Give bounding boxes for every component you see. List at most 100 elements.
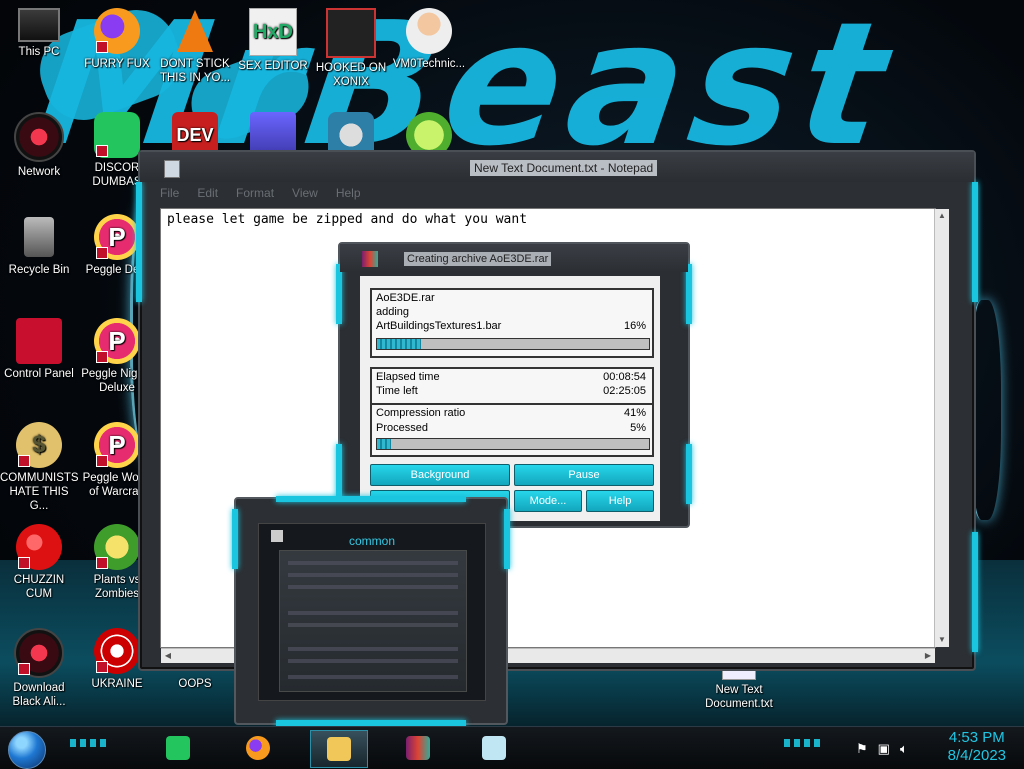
ratio-row: Compression ratio 41%: [376, 407, 646, 421]
notepad-menubar: File Edit Format View Help: [160, 186, 361, 204]
menu-format[interactable]: Format: [236, 186, 274, 204]
notepad-icon: [482, 736, 506, 760]
action-row: adding: [376, 306, 646, 320]
peggle-nights-icon: P: [94, 318, 140, 364]
vertical-scrollbar[interactable]: ▲ ▼: [934, 209, 949, 647]
desktop-icon-download-black[interactable]: Download Black Ali...: [0, 628, 78, 709]
elapsed-value: 00:08:54: [603, 371, 646, 383]
desktop-icon-recycle-bin[interactable]: Recycle Bin: [0, 214, 78, 277]
explorer-thumbnail-preview[interactable]: common: [232, 496, 510, 726]
volume-icon[interactable]: 🔈︎: [900, 741, 908, 757]
window-glow-right: [686, 264, 692, 324]
taskbar: ⚑ ▣ 🔈︎ 4:53 PM 8/4/2023: [0, 726, 1024, 769]
scroll-up-icon[interactable]: ▲: [935, 209, 949, 223]
help-button[interactable]: Help: [586, 490, 654, 512]
window-glow-right: [686, 444, 692, 504]
scroll-down-icon[interactable]: ▼: [935, 633, 949, 647]
processed-value: 5%: [630, 422, 646, 434]
ratio-value: 41%: [623, 407, 646, 419]
desktop-icon-this-pc[interactable]: This PC: [0, 8, 78, 59]
network-icon[interactable]: ▣: [878, 741, 890, 757]
radiation-icon: [94, 628, 140, 674]
icon-label: VM0Technic...: [392, 58, 466, 70]
stats-box: Elapsed time 00:08:54 Time left 02:25:05…: [370, 367, 654, 457]
xonix-game-icon: [326, 8, 376, 58]
icon-label: FURRY FUX: [84, 58, 150, 70]
chuzzle-icon: [16, 524, 62, 570]
window-glow-right: [972, 182, 978, 302]
notepad-icon: [164, 160, 180, 178]
action-text: adding: [376, 306, 410, 318]
icon-label: COMMUNISTS HATE THIS G...: [0, 472, 79, 512]
window-glow-left: [336, 444, 342, 504]
menu-view[interactable]: View: [292, 186, 318, 204]
money-bag-icon: $: [16, 422, 62, 468]
desktop-icon-furry-fux[interactable]: FURRY FUX: [78, 8, 156, 71]
dialog-titlebar[interactable]: Creating archive AoE3DE.rar: [340, 244, 688, 272]
elapsed-row: Elapsed time 00:08:54: [376, 371, 646, 385]
thumbnail-frame: common: [258, 523, 486, 701]
discord-icon: [166, 736, 190, 760]
winrar-icon: [406, 736, 430, 760]
pause-button[interactable]: Pause: [514, 464, 654, 486]
total-progress-fill: [377, 439, 391, 449]
desktop-icon-chuzzin[interactable]: CHUZZIN CUM: [0, 524, 78, 601]
current-file-row: ArtBuildingsTextures1.bar 16%: [376, 320, 646, 334]
taskbar-winrar[interactable]: [390, 730, 446, 766]
system-tray: ⚑ ▣ 🔈︎: [856, 741, 908, 757]
taskbar-decoration: [70, 739, 110, 747]
window-glow-left: [136, 182, 142, 302]
flag-icon[interactable]: ⚑: [856, 741, 868, 757]
processed-label: Processed: [376, 422, 428, 434]
thumbnail-glow-left: [232, 509, 238, 569]
control-panel-icon: [16, 318, 62, 364]
archive-name: AoE3DE.rar: [376, 292, 435, 304]
taskbar-firefox[interactable]: [230, 730, 286, 766]
desktop-icon-sex-editor[interactable]: HxD SEX EDITOR: [234, 8, 312, 73]
clock[interactable]: 4:53 PM 8/4/2023: [948, 729, 1006, 765]
computer-icon: [18, 8, 60, 42]
winrar-progress-dialog[interactable]: Creating archive AoE3DE.rar AoE3DE.rar a…: [336, 242, 692, 528]
menu-help[interactable]: Help: [336, 186, 361, 204]
icon-label: Control Panel: [4, 368, 74, 380]
icon-label: UKRAINE: [91, 678, 143, 690]
discord-icon: [94, 112, 140, 158]
icon-label: OOPS: [178, 678, 212, 690]
menu-file[interactable]: File: [160, 186, 179, 204]
file-percent: 16%: [623, 320, 646, 332]
taskbar-notepad[interactable]: [466, 730, 522, 766]
file-progress-bar: [376, 338, 650, 350]
notepad-title: New Text Document.txt - Notepad: [470, 160, 658, 176]
timeleft-label: Time left: [376, 385, 418, 397]
folder-icon: [327, 737, 351, 761]
firefox-icon: [94, 8, 140, 54]
notepad-content: please let game be zipped and do what yo…: [167, 212, 528, 227]
desktop-icon-network[interactable]: Network: [0, 112, 78, 179]
scroll-left-icon[interactable]: ◀: [161, 649, 175, 663]
taskbar-file-explorer[interactable]: [310, 730, 368, 768]
desktop-icon-dont-stick[interactable]: DONT STICK THIS IN YO...: [156, 8, 234, 85]
peggle-icon: P: [94, 214, 140, 260]
background-button[interactable]: Background: [370, 464, 510, 486]
thumbnail-glow-right: [504, 509, 510, 569]
desktop-icon-communists[interactable]: $ COMMUNISTS HATE THIS G...: [0, 422, 79, 513]
network-orb-icon: [14, 112, 64, 162]
thumbnail-glow-top: [276, 496, 466, 502]
icon-label: This PC: [18, 46, 60, 58]
menu-edit[interactable]: Edit: [197, 186, 218, 204]
desktop-icon-control-panel[interactable]: Control Panel: [0, 318, 78, 381]
start-button[interactable]: [8, 731, 46, 769]
icon-label: HOOKED ON XONIX: [315, 62, 387, 88]
scroll-right-icon[interactable]: ▶: [921, 649, 935, 663]
desktop-icon-hooked-on-xonix[interactable]: HOOKED ON XONIX: [312, 8, 390, 89]
download-orb-icon: [14, 628, 64, 678]
thumbnail-title: common: [348, 534, 395, 548]
archive-name-row: AoE3DE.rar: [376, 292, 646, 306]
taskbar-discord[interactable]: [150, 730, 206, 766]
notepad-titlebar[interactable]: New Text Document.txt - Notepad: [140, 152, 974, 182]
desktop-icon-vm0technic[interactable]: VM0Technic...: [390, 8, 468, 71]
peggle-wow-icon: P: [94, 422, 140, 468]
mode-button[interactable]: Mode...: [514, 490, 582, 512]
icon-label: Recycle Bin: [8, 264, 70, 276]
thumbnail-window-preview: [279, 550, 467, 692]
